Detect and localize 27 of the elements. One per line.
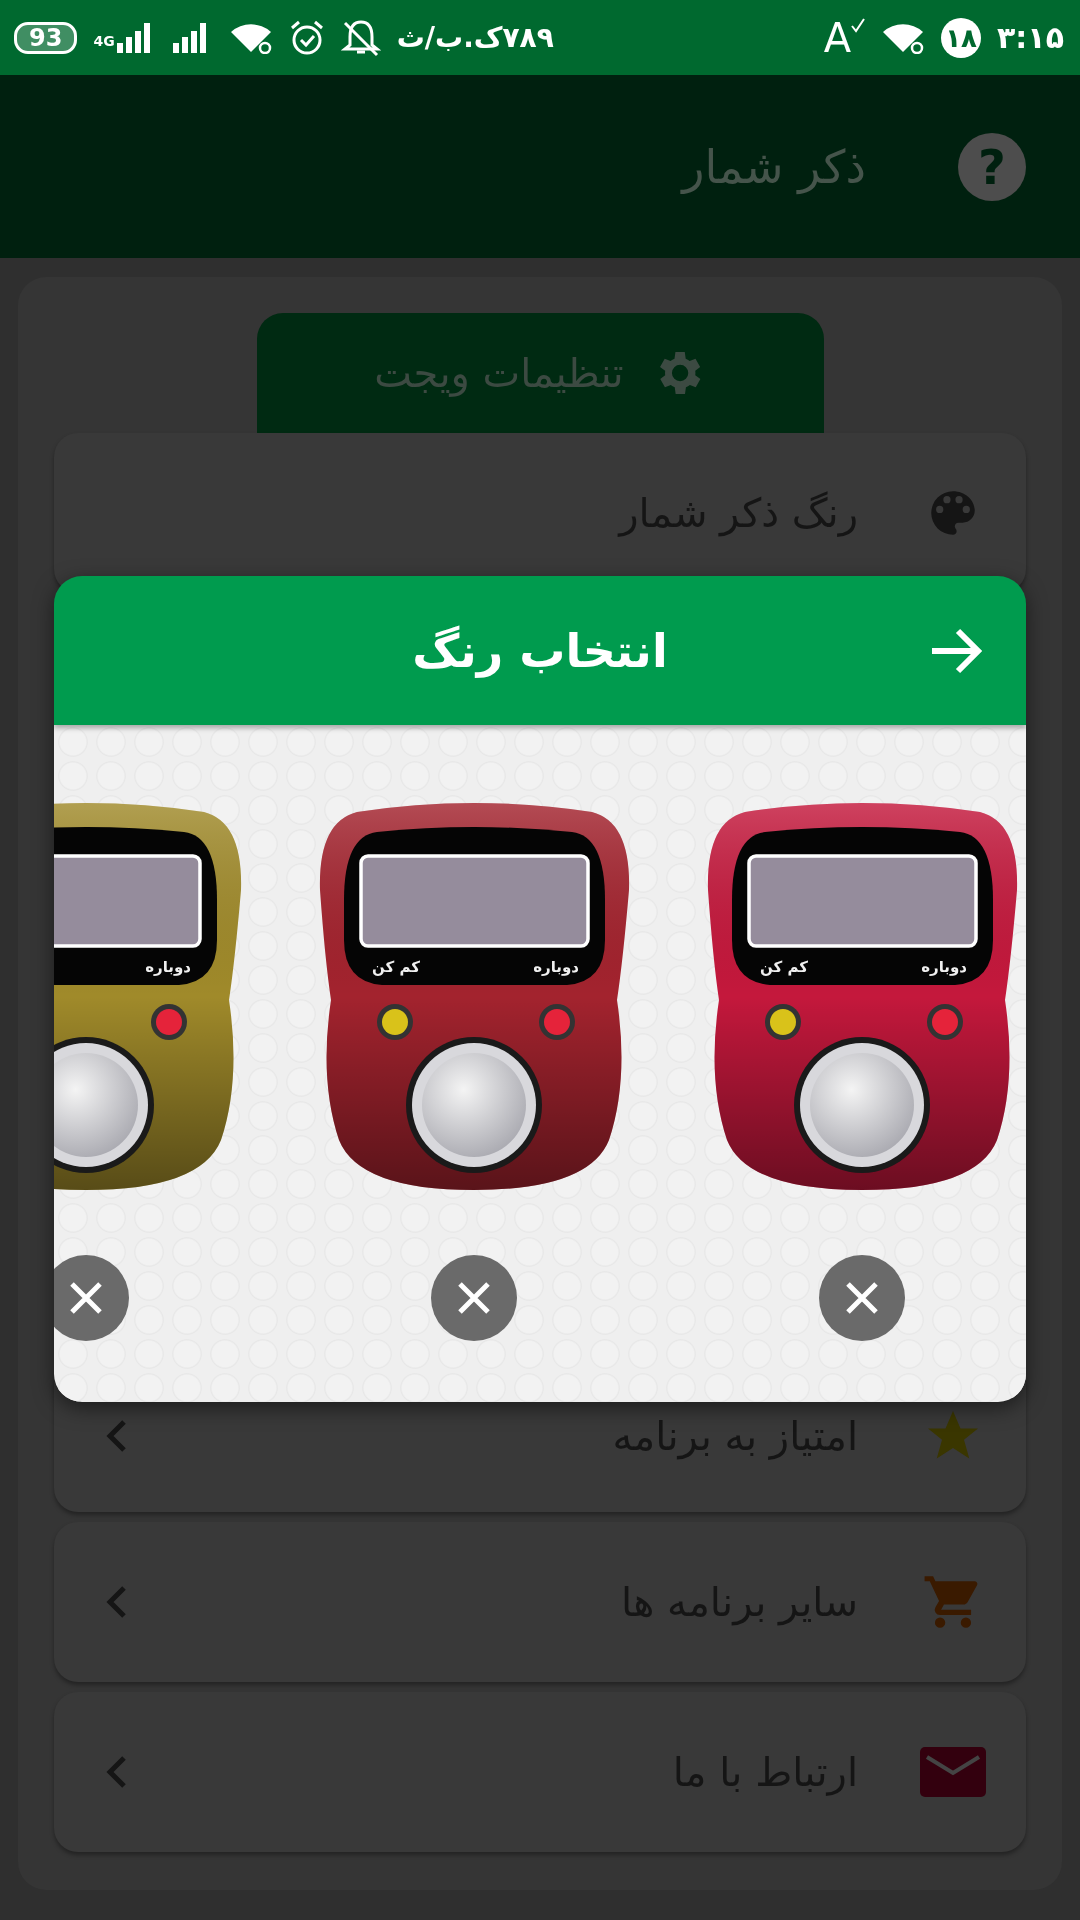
envelope-icon [920,1747,986,1797]
muted-bell-icon [340,18,381,57]
network-type: 4G [93,32,115,49]
chevron-left-icon [104,1418,128,1454]
close-button[interactable] [819,1255,905,1341]
alarm-icon [288,19,325,56]
counter-label: کم کن [759,958,808,976]
close-button[interactable] [431,1255,517,1341]
help-button[interactable]: ? [958,132,1026,201]
network-speed: ۷۸۹ک.ب/ث [396,21,554,54]
chevron-left-icon [104,1584,128,1620]
clock-time: ۳:۱۵ [997,20,1064,55]
app-title: ذکر شمار [682,139,866,194]
settings-tab[interactable]: تنظیمات ویجت [256,313,824,433]
counter-label: دوباره [144,958,191,976]
close-icon [69,1281,103,1315]
counter-label: دوباره [920,958,967,976]
counter-label: دوباره [532,958,579,976]
close-icon [845,1281,879,1315]
close-icon [457,1281,491,1315]
dialog-title: انتخاب رنگ [412,623,668,678]
close-button[interactable] [54,1255,129,1341]
chevron-left-icon [104,1754,128,1790]
battery-indicator: 93 [14,21,78,54]
counter-label: کم کن [371,958,420,976]
wifi-icon [881,21,926,54]
notification-count: ۱۸ [941,17,982,58]
